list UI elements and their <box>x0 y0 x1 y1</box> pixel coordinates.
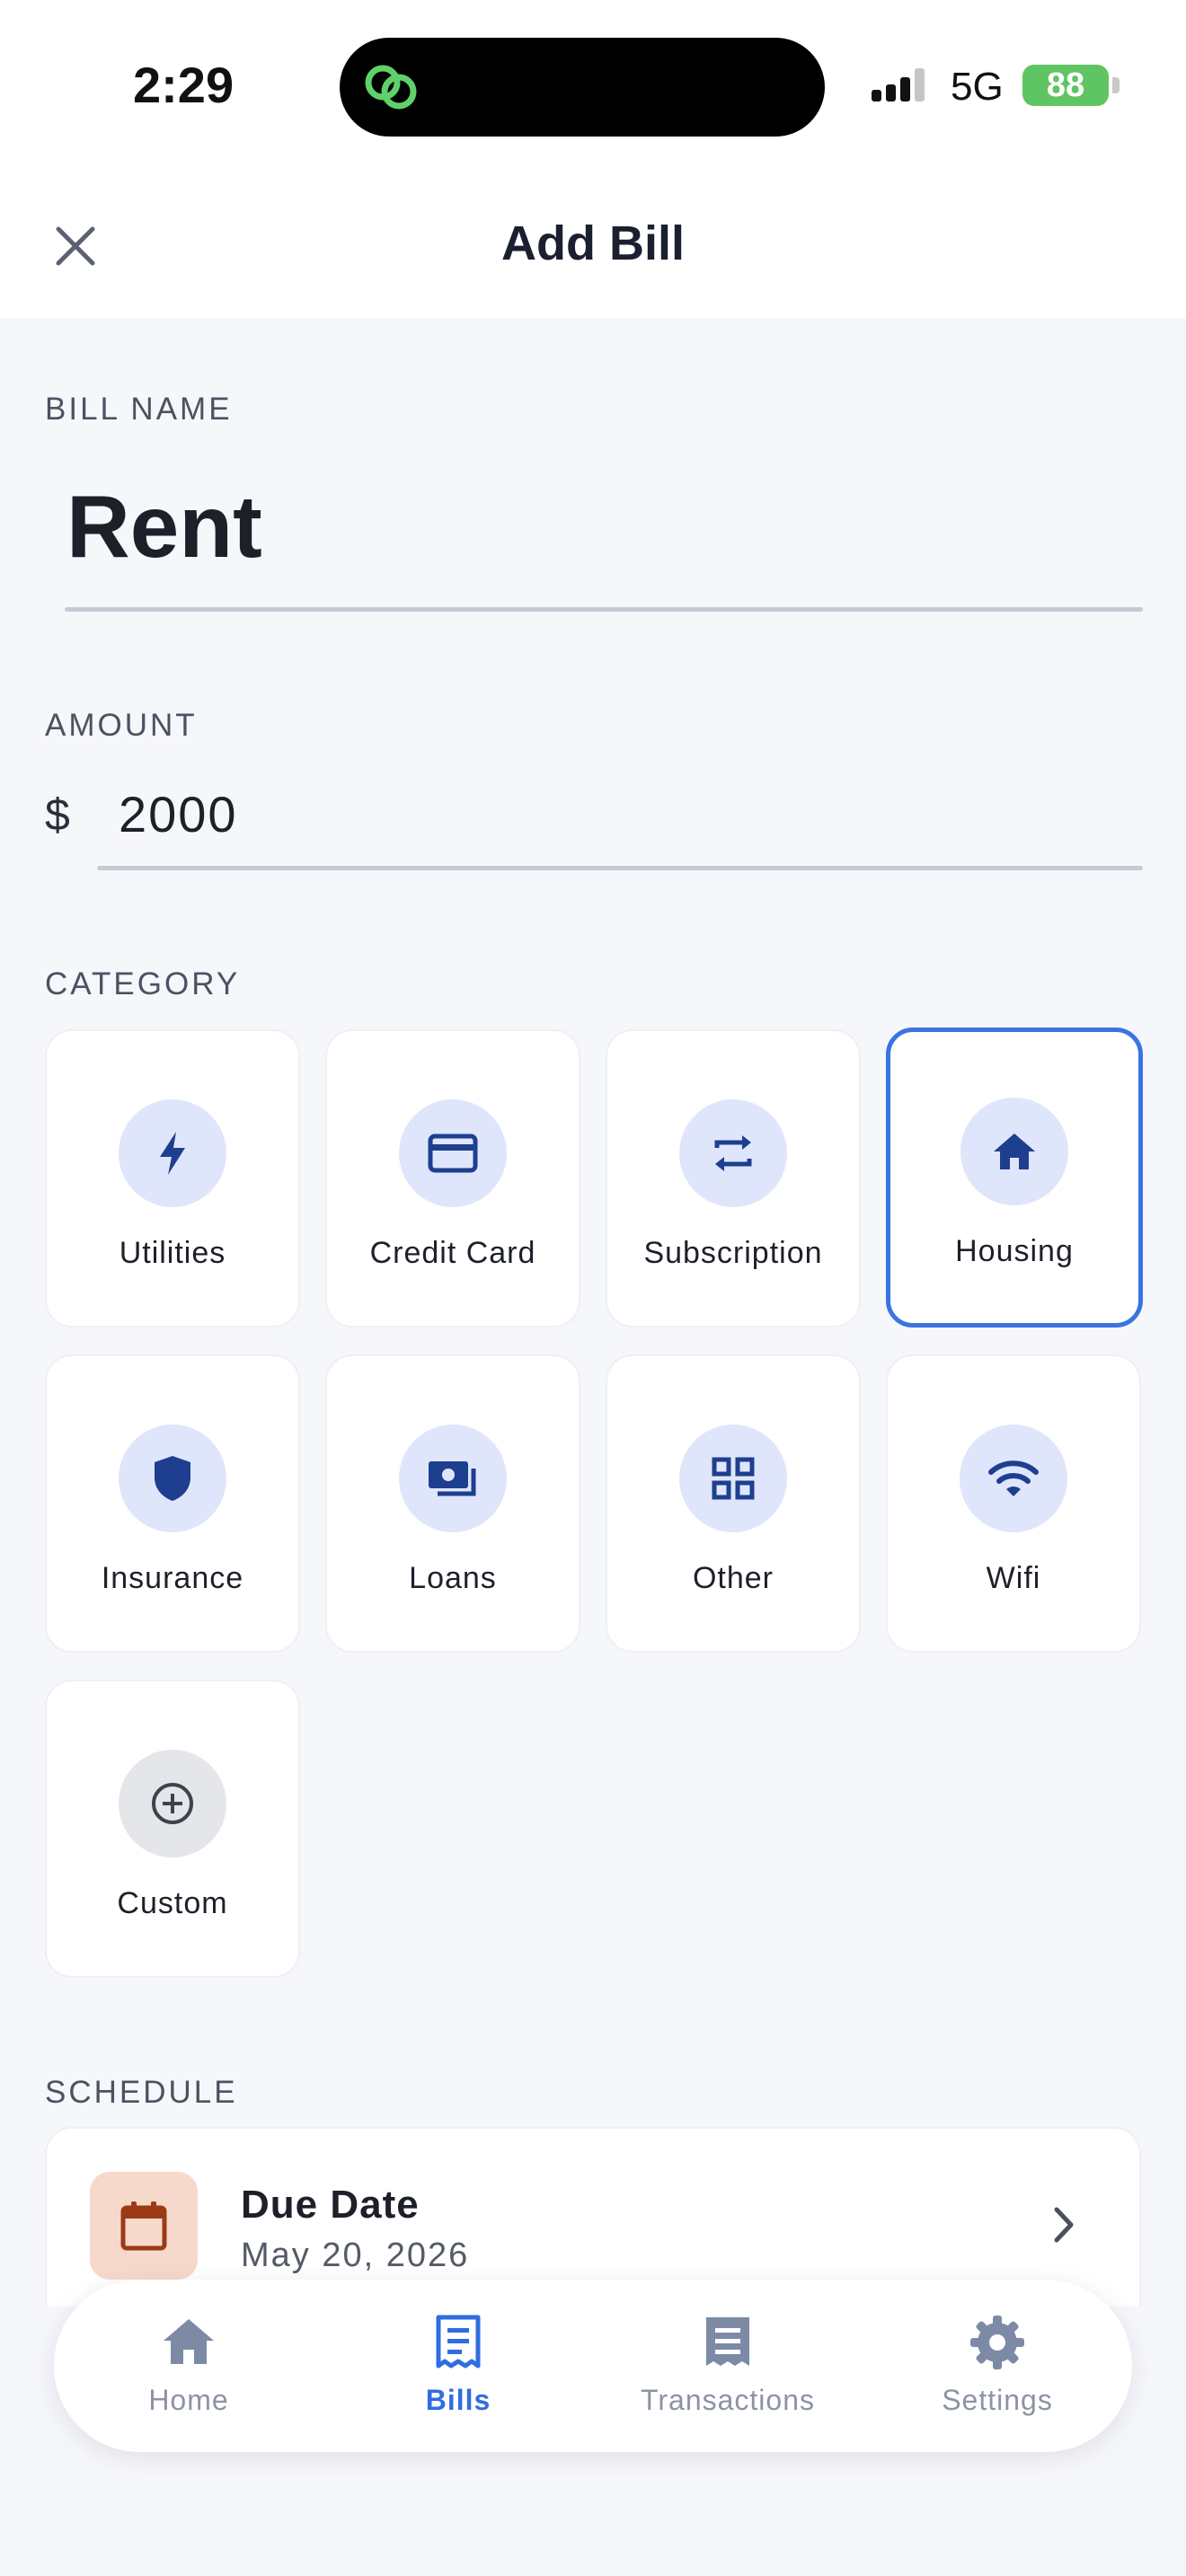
receipt-icon <box>436 2315 481 2369</box>
due-date-value: May 20, 2026 <box>241 2236 470 2274</box>
category-label-text: Utilities <box>119 1236 226 1270</box>
category-credit-card[interactable]: Credit Card <box>325 1029 580 1328</box>
header: Add Bill <box>0 171 1186 318</box>
repeat-icon <box>679 1099 787 1207</box>
category-housing[interactable]: Housing <box>886 1028 1143 1328</box>
category-label-text: Credit Card <box>369 1236 536 1270</box>
category-label-text: Loans <box>409 1561 497 1595</box>
nav-settings[interactable]: Settings <box>863 2280 1132 2452</box>
dynamic-island <box>340 38 825 137</box>
category-other[interactable]: Other <box>606 1354 861 1653</box>
status-time: 2:29 <box>133 57 235 113</box>
list-icon <box>706 2317 749 2366</box>
battery-tip <box>1112 77 1120 93</box>
amount-underline <box>97 866 1143 870</box>
signal-icon <box>872 68 925 101</box>
nav-label: Home <box>148 2384 229 2416</box>
nav-home[interactable]: Home <box>54 2280 323 2452</box>
calendar-icon <box>90 2172 198 2280</box>
home-icon <box>960 1098 1068 1205</box>
network-label: 5G <box>951 65 1004 109</box>
bill-name-underline <box>65 607 1143 612</box>
category-label-text: Other <box>692 1561 774 1595</box>
category-label-text: Wifi <box>986 1561 1041 1595</box>
status-bar: 2:29 5G 88 <box>0 0 1186 171</box>
nav-label: Bills <box>425 2384 491 2416</box>
money-icon <box>399 1425 507 1532</box>
nav-label: Transactions <box>641 2384 815 2416</box>
nav-transactions[interactable]: Transactions <box>593 2280 863 2452</box>
category-loans[interactable]: Loans <box>325 1354 580 1653</box>
nav-bills[interactable]: Bills <box>323 2280 593 2452</box>
category-label-text: Insurance <box>101 1561 244 1595</box>
add-circle-icon <box>119 1750 226 1857</box>
wifi-icon <box>960 1425 1067 1532</box>
category-label-text: Housing <box>955 1234 1074 1268</box>
battery-indicator: 88 <box>1022 65 1109 106</box>
bolt-icon <box>119 1099 226 1207</box>
due-date-title: Due Date <box>241 2183 420 2227</box>
page-title: Add Bill <box>501 216 685 270</box>
schedule-label: SCHEDULE <box>45 2075 238 2110</box>
category-label: CATEGORY <box>45 966 241 1001</box>
category-subscription[interactable]: Subscription <box>606 1029 861 1328</box>
bill-name-input[interactable]: Rent <box>66 476 262 578</box>
category-label-text: Subscription <box>643 1236 823 1270</box>
category-utilities[interactable]: Utilities <box>45 1029 300 1328</box>
credit-card-icon <box>399 1099 507 1207</box>
bottom-nav: Home Bills Transactions Settings <box>54 2280 1132 2452</box>
bill-name-label: BILL NAME <box>45 392 233 427</box>
nav-label: Settings <box>942 2384 1053 2416</box>
currency-symbol: $ <box>45 790 70 840</box>
category-custom[interactable]: Custom <box>45 1680 300 1978</box>
category-label-text: Custom <box>117 1886 228 1920</box>
grid-icon <box>679 1425 787 1532</box>
chevron-right-icon <box>1054 2207 1074 2243</box>
link-icon <box>365 65 417 110</box>
amount-input[interactable]: 2000 <box>119 785 238 843</box>
category-insurance[interactable]: Insurance <box>45 1354 300 1653</box>
home-icon <box>164 2319 214 2364</box>
amount-label: AMOUNT <box>45 708 198 743</box>
shield-icon <box>119 1425 226 1532</box>
category-wifi[interactable]: Wifi <box>886 1354 1141 1653</box>
gear-icon <box>970 2316 1024 2369</box>
